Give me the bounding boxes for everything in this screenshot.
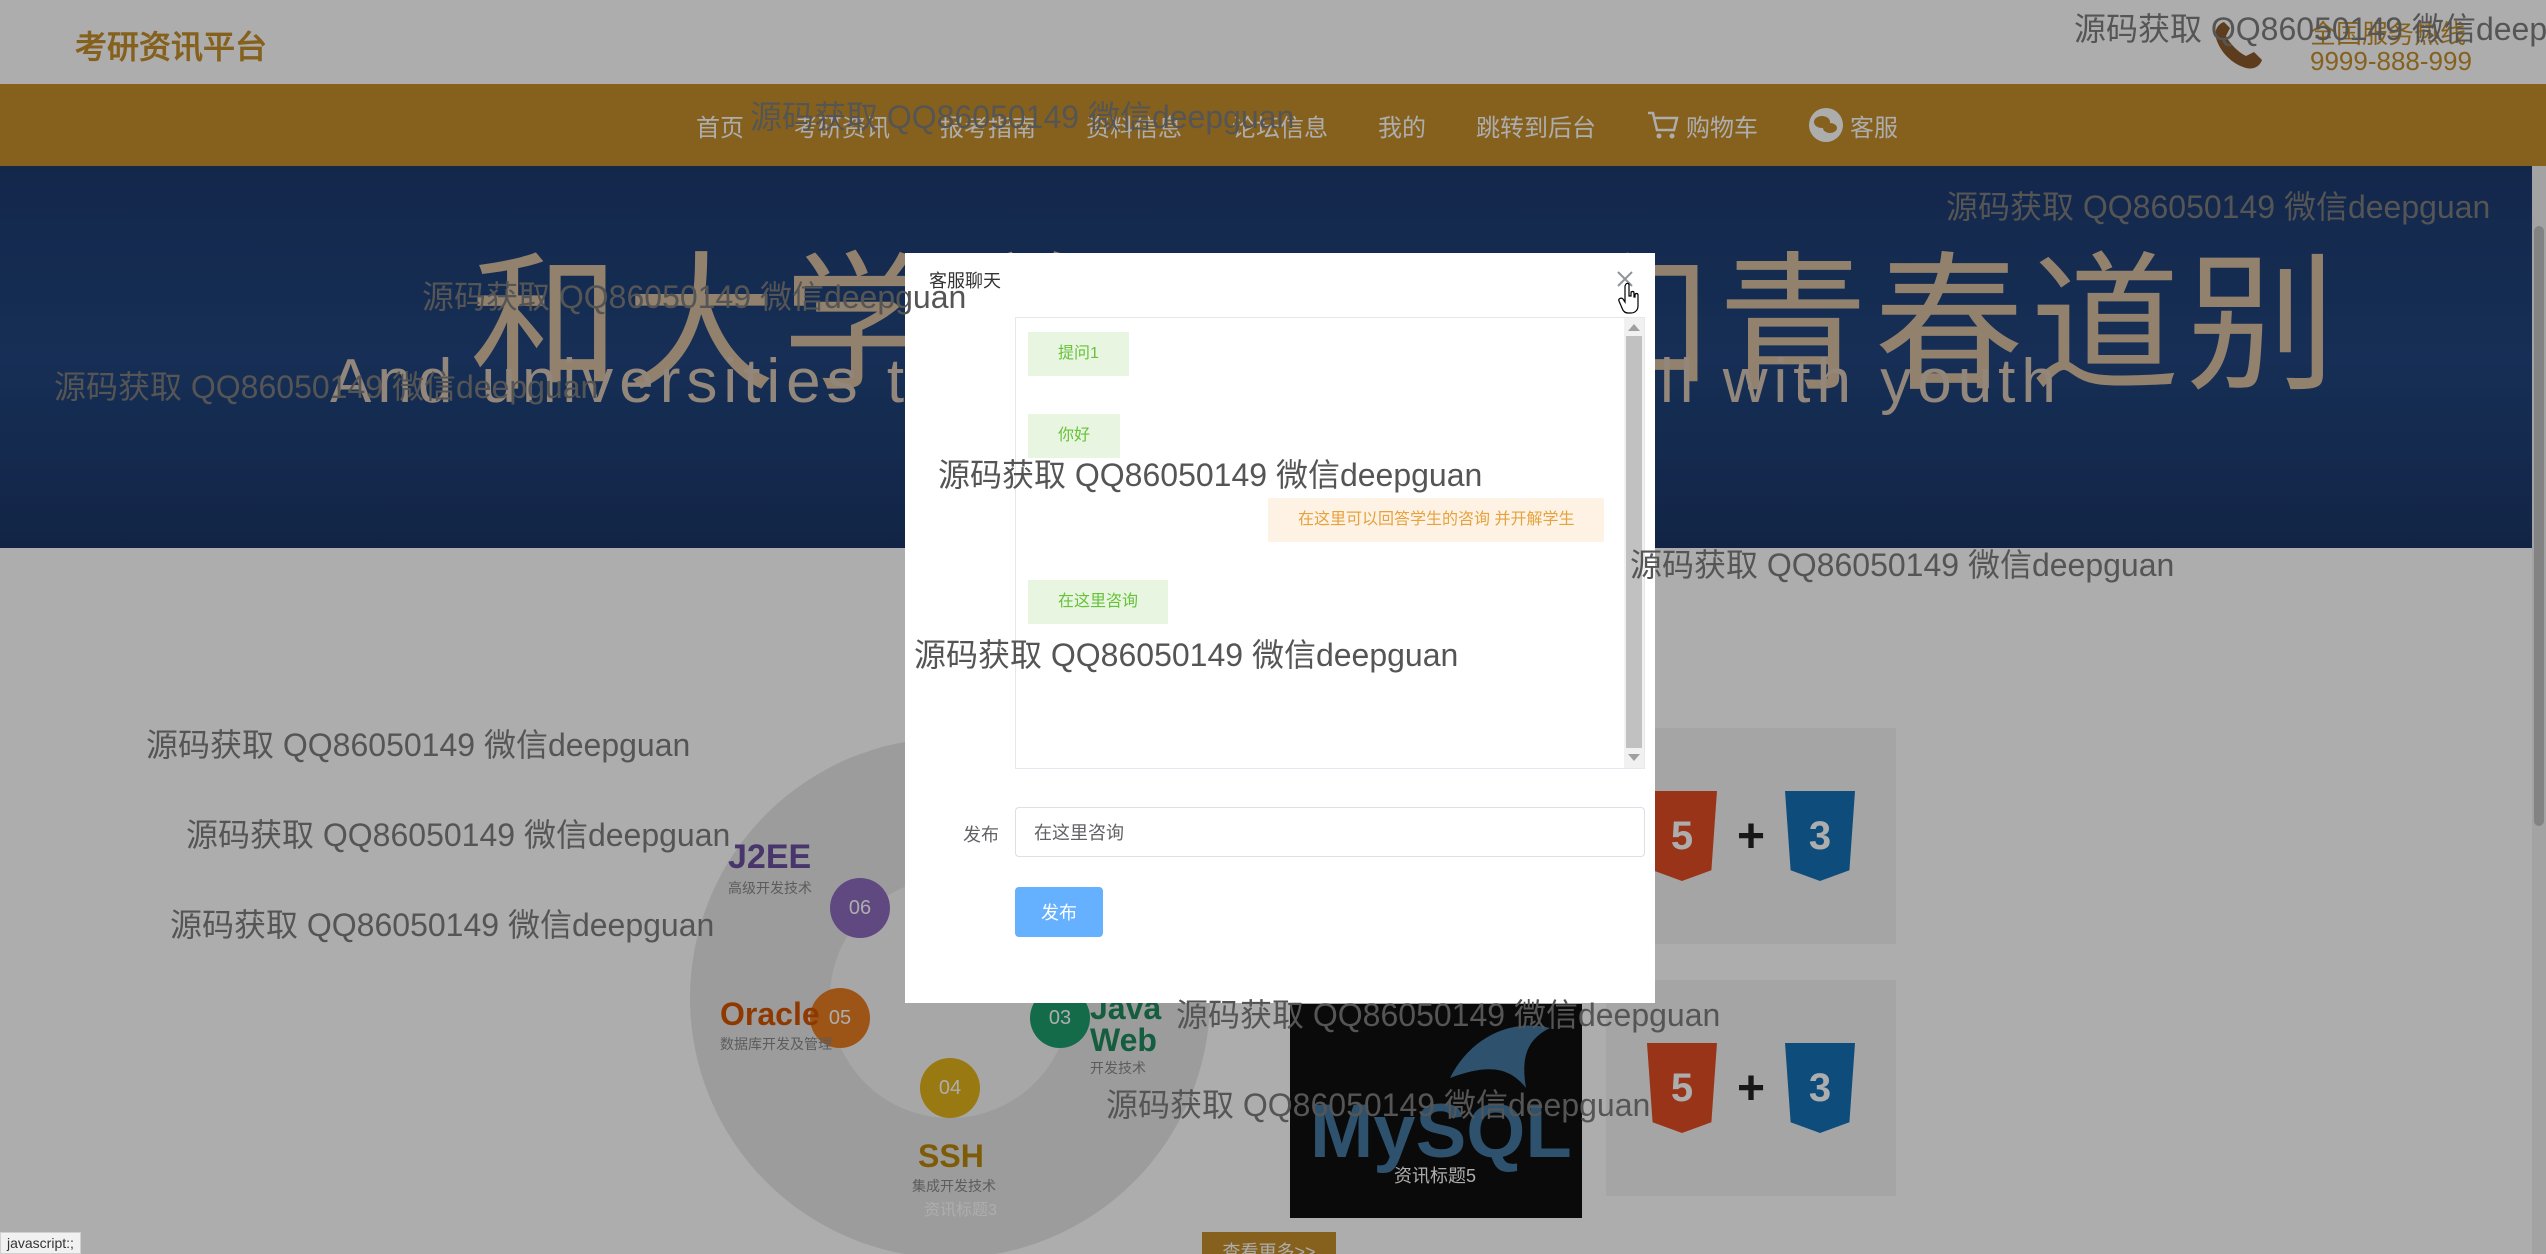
- watermark: 源码获取 QQ86050149 微信deepguan: [1946, 189, 2491, 225]
- watermark: 源码获取 QQ86050149 微信deepguan: [750, 99, 1295, 135]
- publish-button[interactable]: 发布: [1015, 887, 1103, 937]
- status-bar-url: javascript:;: [0, 1232, 81, 1254]
- watermark: 源码获取 QQ86050149 微信deepguan: [170, 907, 715, 943]
- hand-pointer-icon: [1618, 282, 1639, 314]
- watermark: 源码获取 QQ86050149 微信deepguan: [1106, 1087, 1651, 1123]
- chat-message-service: 在这里可以回答学生的咨询 并开解学生: [1268, 498, 1605, 542]
- chat-history[interactable]: 提问1 你好 在这里可以回答学生的咨询 并开解学生 在这里咨询: [1015, 317, 1645, 769]
- watermark: 源码获取 QQ86050149 微信deepguan: [938, 457, 1483, 493]
- watermark: 源码获取 QQ86050149 微信deepguan: [914, 637, 1459, 673]
- message-input[interactable]: [1015, 807, 1645, 857]
- message-input-label: 发布: [963, 825, 999, 845]
- scroll-up-arrow-icon[interactable]: [1628, 324, 1640, 331]
- service-chat-dialog: 客服聊天 提问1 你好 在这里可以回答学生的咨询 并开解学生 在这里咨询 发布 …: [905, 253, 1655, 1003]
- watermark: 源码获取 QQ86050149 微信deepg: [2074, 11, 2546, 47]
- watermark: 源码获取 QQ86050149 微信deepguan: [422, 279, 967, 315]
- watermark: 源码获取 QQ86050149 微信deepguan: [1630, 547, 2175, 583]
- watermark: 源码获取 QQ86050149 微信deepguan: [1176, 997, 1721, 1033]
- watermark: 源码获取 QQ86050149 微信deepguan: [186, 817, 731, 853]
- chat-message-user: 提问1: [1028, 332, 1129, 376]
- scroll-down-arrow-icon[interactable]: [1628, 754, 1640, 761]
- watermark: 源码获取 QQ86050149 微信deepguan: [54, 369, 599, 405]
- chat-message-user: 在这里咨询: [1028, 580, 1169, 624]
- watermark: 源码获取 QQ86050149 微信deepguan: [146, 727, 691, 763]
